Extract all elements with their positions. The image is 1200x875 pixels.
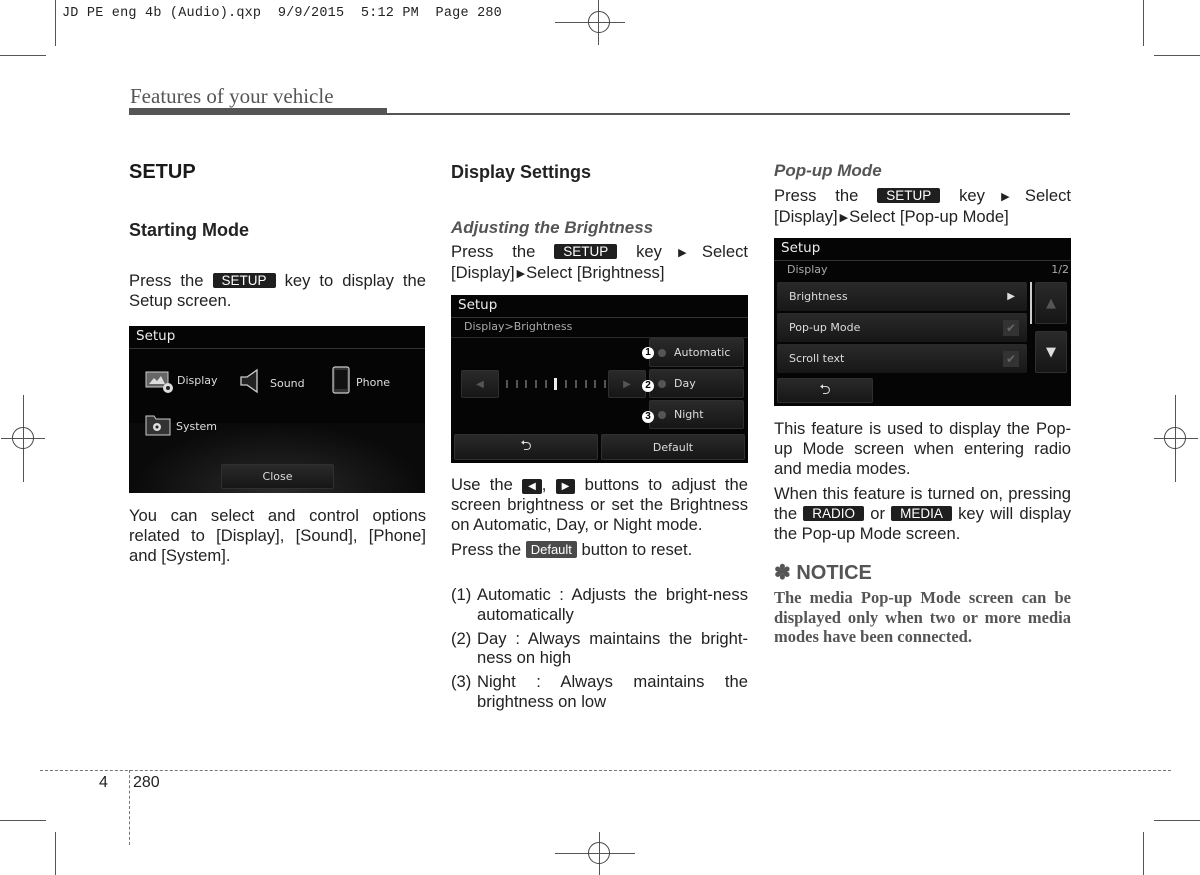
menu-item-label: Phone: [356, 375, 391, 389]
footer-rule: [40, 770, 1171, 771]
section-title: Display Settings: [451, 162, 592, 182]
paragraph: Press the SETUP key to display the Setup…: [129, 271, 426, 310]
display-settings-icon: [145, 370, 173, 393]
list-item: (1) Automatic : Adjusts the bright-ness a…: [451, 585, 748, 624]
back-button[interactable]: ⮌: [777, 378, 873, 403]
menu-item-phone[interactable]: Phone: [332, 366, 390, 398]
default-key: Default: [525, 541, 577, 558]
subsection-title: Adjusting the Brightness: [451, 218, 654, 237]
column-display-settings: Display Settings Adjusting the Brightnes…: [451, 158, 748, 284]
menu-item-label: Display: [177, 373, 218, 387]
subsection-title: Starting Mode: [129, 220, 249, 240]
page-indicator: 1/2: [1051, 263, 1069, 276]
brightness-thumb: [554, 378, 558, 390]
arrow-right-icon: ▶: [986, 191, 1024, 203]
setup-key: SETUP: [877, 188, 941, 203]
column-popup-mode: Pop-up Mode Press the SETUP key ▶Select […: [774, 158, 1071, 228]
crop-mark: [0, 55, 46, 56]
chevron-right-icon: ▶: [1007, 291, 1015, 302]
checkbox-checked[interactable]: ✔: [1003, 350, 1019, 367]
crop-mark: [55, 0, 56, 46]
list-item-scroll-text[interactable]: Scroll text ✔: [777, 344, 1027, 373]
crop-mark: [55, 832, 56, 875]
default-button[interactable]: Default: [601, 434, 745, 460]
section-title: SETUP: [129, 161, 196, 183]
paragraph: When this feature is turned on, pressing…: [774, 484, 1071, 543]
setup-key: SETUP: [554, 244, 618, 259]
menu-item-label: System: [176, 419, 218, 433]
display-menu-screen: Setup Display 1/2 Brightness ▶ Pop-up Mo…: [774, 238, 1071, 406]
menu-item-display[interactable]: Display: [145, 370, 218, 393]
arrow-right-icon: ▶: [839, 212, 849, 224]
brightness-increase-button[interactable]: ▶: [608, 370, 646, 398]
scroll-up-button[interactable]: ▲: [1035, 282, 1067, 324]
crop-mark: [1143, 832, 1144, 875]
footer-divider: [129, 770, 130, 845]
callout-3: 3: [642, 411, 654, 423]
header-rule-thin: [387, 113, 1070, 115]
running-head: Features of your vehicle: [130, 84, 334, 108]
paragraph: Use the ◀, ▶ buttons to adjust the scree…: [451, 475, 748, 534]
menu-item-label: Sound: [270, 376, 305, 390]
back-arrow-icon: ⮌: [819, 381, 831, 398]
subsection-title: Pop-up Mode: [774, 161, 882, 180]
setup-key: SETUP: [212, 273, 276, 288]
right-arrow-key: ▶: [555, 479, 576, 494]
close-button[interactable]: Close: [221, 464, 334, 489]
list-item-popup-mode[interactable]: Pop-up Mode ✔: [777, 313, 1027, 342]
menu-item-sound[interactable]: Sound: [239, 368, 305, 398]
checkbox-checked[interactable]: ✔: [1003, 319, 1019, 336]
crop-mark: [1143, 0, 1144, 46]
brightness-slider[interactable]: [506, 377, 606, 391]
scrollbar[interactable]: [1030, 282, 1032, 324]
radio-indicator: [658, 348, 666, 357]
arrow-right-icon: ▶: [663, 247, 701, 259]
section-label: Display: [787, 263, 828, 276]
back-button[interactable]: ⮌: [454, 434, 598, 460]
mode-day-button[interactable]: Day: [649, 369, 744, 398]
notice-title: ✽ NOTICE: [774, 562, 872, 584]
brightness-decrease-button[interactable]: ◀: [461, 370, 499, 398]
back-arrow-icon: ⮌: [520, 438, 532, 454]
radio-key: RADIO: [803, 506, 865, 521]
scroll-down-button[interactable]: ▼: [1035, 331, 1067, 373]
left-arrow-key: ◀: [522, 479, 542, 494]
paragraph: Press the SETUP key ▶Select [Display] ▶Sel…: [774, 186, 1071, 226]
notice-body: The media Pop-up Mode screen can be disp…: [774, 588, 1071, 646]
screen-title: Setup: [781, 240, 821, 256]
media-key: MEDIA: [891, 506, 952, 521]
list-item-brightness[interactable]: Brightness ▶: [777, 282, 1027, 311]
crop-mark: [1154, 55, 1200, 56]
radio-indicator: [658, 410, 666, 419]
mode-list: (1) Automatic : Adjusts the bright-ness a…: [451, 585, 748, 711]
arrow-right-icon: ▶: [516, 268, 526, 280]
system-folder-icon: [145, 412, 171, 440]
paragraph: Press the Default button to reset.: [451, 540, 693, 559]
mode-automatic-button[interactable]: Automatic: [649, 338, 744, 367]
paragraph: Press the SETUP key ▶Select [Display] ▶Sel…: [451, 242, 748, 282]
print-slug: JD PE eng 4b (Audio).qxp 9/9/2015 5:12 P…: [62, 6, 502, 21]
chapter-number: 4: [99, 774, 108, 791]
callout-2: 2: [642, 380, 654, 392]
mode-night-button[interactable]: Night: [649, 400, 744, 429]
paragraph: This feature is used to display the Pop-…: [774, 419, 1071, 478]
menu-item-system[interactable]: System: [145, 412, 217, 440]
screen-title: Setup: [458, 297, 498, 313]
list-item: (3) Night : Always maintains the brightne…: [451, 672, 748, 711]
crop-mark: [0, 820, 46, 821]
column-setup: SETUP Starting Mode Press the SETUP key …: [129, 158, 426, 311]
callout-1: 1: [642, 347, 654, 359]
header-rule-thick: [129, 108, 387, 115]
brightness-screen: Setup Display>Brightness ◀ ▶ Automatic D…: [451, 295, 748, 463]
page-number: 280: [133, 774, 160, 791]
setup-screen: Setup Display Sound Phone System Close: [129, 326, 425, 493]
speaker-icon: [239, 368, 261, 398]
phone-icon: [332, 366, 350, 398]
paragraph: You can select and control options relat…: [129, 506, 426, 565]
list-item: (2) Day : Always maintains the bright-nes…: [451, 628, 748, 668]
radio-indicator: [658, 379, 666, 388]
breadcrumb: Display>Brightness: [464, 320, 573, 333]
crop-mark: [1154, 820, 1200, 821]
screen-title: Setup: [136, 328, 176, 344]
